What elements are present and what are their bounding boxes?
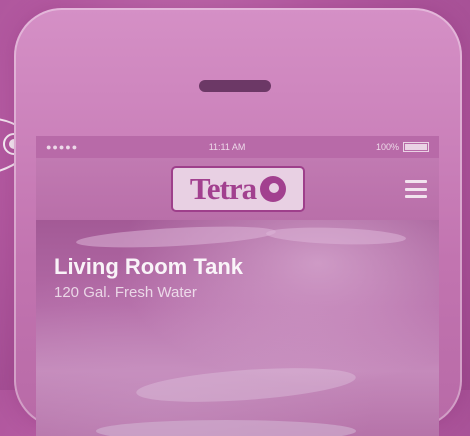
battery-indicator: 100% <box>376 142 429 152</box>
tank-hero-card[interactable]: Living Room Tank 120 Gal. Fresh Water <box>36 220 439 436</box>
tank-details: 120 Gal. Fresh Water <box>54 284 197 301</box>
battery-percent: 100% <box>375 142 399 152</box>
signal-indicator: ●●●●● <box>46 142 79 152</box>
menu-line <box>405 195 427 198</box>
fish-photo-shape <box>96 420 356 436</box>
tetra-logo[interactable]: Tetra <box>171 166 305 212</box>
menu-line <box>405 187 427 191</box>
fish-photo-shape <box>135 362 357 408</box>
status-bar: ●●●●● 11:11 AM 100% <box>36 136 439 158</box>
phone-frame: ●●●●● 11:11 AM 100% Tetra Living Room Ta… <box>14 8 462 436</box>
tank-name: Living Room Tank <box>54 254 244 279</box>
fish-photo-shape <box>75 222 277 252</box>
menu-line <box>405 180 427 183</box>
phone-speaker <box>199 80 271 92</box>
battery-icon <box>402 142 429 152</box>
hamburger-menu-button[interactable] <box>405 180 427 198</box>
app-screen: ●●●●● 11:11 AM 100% Tetra Living Room Ta… <box>36 136 439 436</box>
logo-fish-icon <box>260 176 287 202</box>
app-header: Tetra <box>36 158 439 220</box>
status-time: 11:11 AM <box>208 142 246 152</box>
logo-text: Tetra <box>189 171 257 206</box>
fish-photo-shape <box>265 225 407 247</box>
